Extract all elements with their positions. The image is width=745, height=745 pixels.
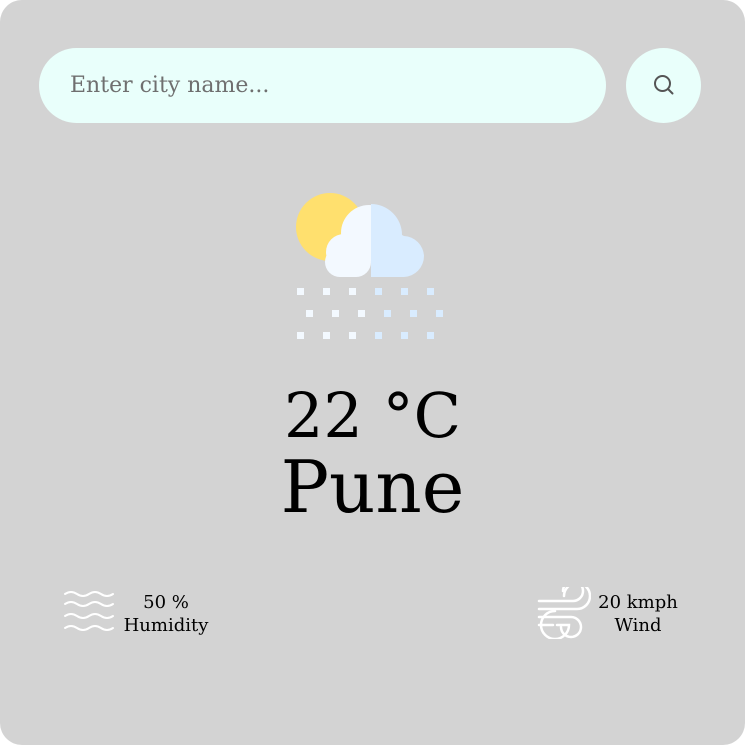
wind-label: Wind [614, 615, 662, 636]
temperature-readout: 22 °C [283, 379, 462, 452]
snow-cloud-sun-icon [296, 193, 443, 339]
city-name: Pune [280, 445, 465, 529]
search-button[interactable] [626, 48, 701, 123]
humidity-info: 50 % Humidity [120, 591, 212, 637]
weather-card: 22 °C Pune 50 % Humidity 20 kmph Wind [0, 0, 745, 745]
humidity-waves-icon [64, 591, 114, 631]
humidity-value: 50 % [143, 592, 189, 613]
wind-icon [537, 587, 591, 639]
wind-value: 20 kmph [598, 592, 678, 613]
city-search-input[interactable] [39, 48, 606, 123]
humidity-label: Humidity [123, 615, 209, 636]
wind-info: 20 kmph Wind [592, 591, 684, 637]
search-bar [39, 48, 606, 123]
search-icon [654, 75, 674, 95]
